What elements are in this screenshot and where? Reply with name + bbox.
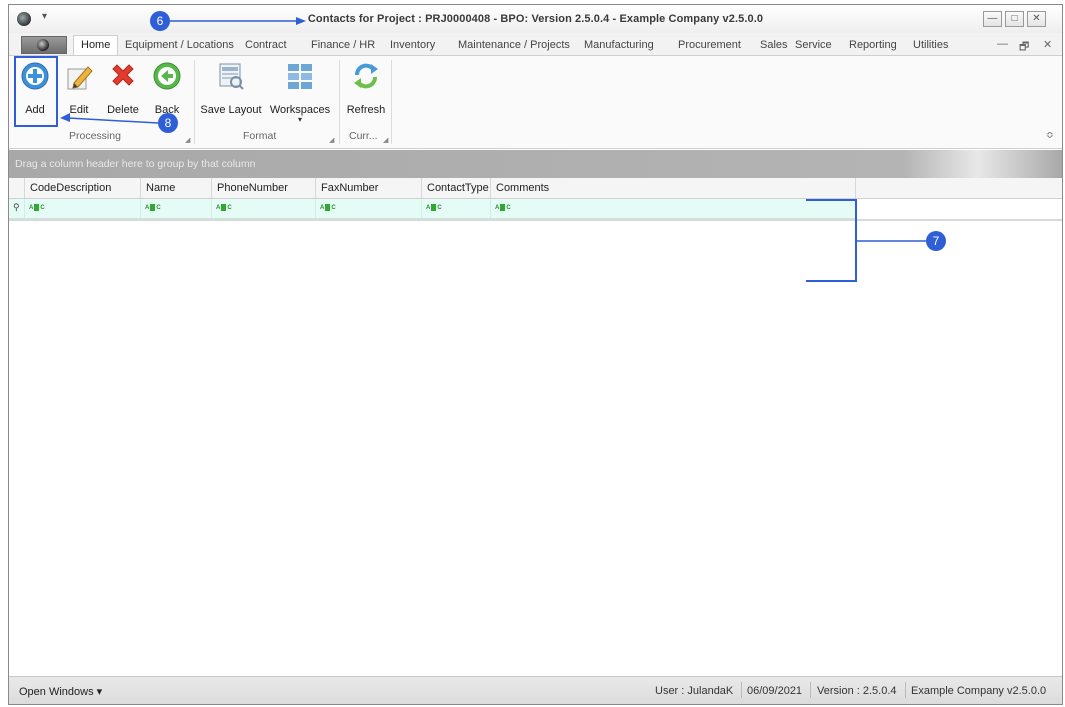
grid-header: CodeDescription Name PhoneNumber FaxNumb… — [9, 178, 1062, 199]
filter-cell-contacttype[interactable]: AC — [422, 199, 491, 218]
group-label-processing: Processing — [69, 130, 121, 142]
column-header-codedescription[interactable]: CodeDescription — [25, 178, 141, 198]
delete-button-label: Delete — [107, 104, 139, 116]
status-bar: Open Windows ▾ User : JulandaK 06/09/202… — [9, 676, 1062, 704]
open-windows-dropdown[interactable]: Open Windows ▾ — [19, 685, 102, 698]
filter-cell-name[interactable]: AC — [141, 199, 212, 218]
row-indicator-header — [9, 178, 25, 198]
current-launcher-icon[interactable]: ◢ — [383, 136, 388, 144]
refresh-label: Refresh — [346, 104, 386, 116]
refresh-icon — [354, 63, 378, 89]
ribbon-panel: Add Edit Delete Back Processing ◢ Save L… — [9, 56, 1062, 149]
add-icon — [21, 62, 49, 90]
group-separator — [339, 60, 340, 144]
status-separator — [810, 682, 811, 698]
add-button-label: Add — [25, 104, 45, 116]
ribbon-tabs: Home Equipment / Locations Contract Fina… — [9, 33, 1062, 56]
auto-filter-row: ⚲ AC AC AC AC AC AC — [9, 199, 856, 219]
mdi-close-button[interactable]: ✕ — [1043, 38, 1052, 51]
group-by-panel[interactable]: Drag a column header here to group by th… — [9, 150, 1062, 178]
maximize-button[interactable]: □ — [1005, 11, 1024, 27]
group-label-current: Curr... — [349, 130, 378, 142]
back-arrow-icon — [153, 62, 181, 90]
text-filter-icon: AC — [495, 204, 511, 212]
back-button[interactable]: Back — [149, 61, 185, 116]
close-button[interactable]: ✕ — [1027, 11, 1046, 27]
collapse-ribbon-icon[interactable]: ≎ — [1046, 130, 1054, 141]
status-version: Version : 2.5.0.4 — [817, 685, 897, 697]
text-filter-icon: AC — [426, 204, 442, 212]
group-separator — [194, 60, 195, 144]
tab-service[interactable]: Service — [795, 39, 832, 51]
save-layout-label: Save Layout — [200, 104, 262, 116]
tab-procurement[interactable]: Procurement — [678, 39, 741, 51]
workspaces-dropdown-arrow: ▾ — [297, 115, 302, 124]
file-menu-button[interactable] — [21, 36, 67, 54]
workspaces-icon — [288, 64, 312, 89]
edit-button-label: Edit — [69, 104, 89, 116]
text-filter-icon: AC — [216, 204, 232, 212]
app-window: ▾ Contacts for Project : PRJ0000408 - BP… — [8, 4, 1063, 705]
tab-contract[interactable]: Contract — [245, 39, 287, 51]
tab-reporting[interactable]: Reporting — [849, 39, 897, 51]
refresh-button[interactable]: Refresh — [343, 61, 389, 116]
tab-inventory[interactable]: Inventory — [390, 39, 435, 51]
format-launcher-icon[interactable]: ◢ — [329, 136, 334, 144]
group-separator — [391, 60, 392, 144]
workspaces-button[interactable]: Workspaces ▾ — [267, 61, 333, 124]
group-by-hint: Drag a column header here to group by th… — [15, 158, 256, 170]
processing-launcher-icon[interactable]: ◢ — [185, 136, 190, 144]
annotation-marker-7: 7 — [926, 231, 946, 251]
column-header-phonenumber[interactable]: PhoneNumber — [212, 178, 316, 198]
annotation-marker-6: 6 — [150, 11, 170, 31]
group-label-format: Format — [243, 130, 277, 142]
tab-utilities[interactable]: Utilities — [913, 39, 948, 51]
filter-cell-comments[interactable]: AC — [491, 199, 856, 218]
tab-home[interactable]: Home — [73, 35, 119, 55]
edit-pencil-icon — [67, 66, 93, 90]
column-header-contacttype[interactable]: ContactType — [422, 178, 491, 198]
text-filter-icon: AC — [29, 204, 45, 212]
filter-cell-codedescription[interactable]: AC — [25, 199, 141, 218]
app-logo-icon — [37, 39, 49, 51]
minimize-button[interactable]: — — [983, 11, 1002, 27]
mdi-minimize-button[interactable]: — — [997, 38, 1008, 50]
status-company: Example Company v2.5.0.0 — [911, 685, 1047, 697]
pin-icon: ⚲ — [13, 202, 20, 212]
tab-manufacturing[interactable]: Manufacturing — [584, 39, 654, 51]
text-filter-icon: AC — [145, 204, 161, 212]
edit-button[interactable]: Edit — [61, 61, 97, 116]
text-filter-icon: AC — [320, 204, 336, 212]
grid-data-area[interactable] — [9, 219, 1062, 681]
column-header-faxnumber[interactable]: FaxNumber — [316, 178, 422, 198]
status-separator — [741, 682, 742, 698]
status-date: 06/09/2021 — [747, 685, 803, 697]
tab-finance-hr[interactable]: Finance / HR — [311, 39, 375, 51]
status-separator — [905, 682, 906, 698]
filter-cell-faxnumber[interactable]: AC — [316, 199, 422, 218]
filter-cell-phonenumber[interactable]: AC — [212, 199, 316, 218]
tab-equipment-locations[interactable]: Equipment / Locations — [125, 39, 234, 51]
add-button[interactable]: Add — [17, 61, 53, 116]
mdi-restore-button[interactable]: 🗗 — [1019, 38, 1029, 57]
status-user: User : JulandaK — [655, 685, 734, 697]
filter-row-indicator: ⚲ — [9, 199, 25, 218]
save-layout-icon — [219, 63, 244, 90]
tab-maintenance-projects[interactable]: Maintenance / Projects — [458, 39, 570, 51]
delete-button[interactable]: Delete — [101, 61, 145, 116]
column-header-comments[interactable]: Comments — [491, 178, 856, 198]
annotation-marker-8: 8 — [158, 113, 178, 133]
save-layout-button[interactable]: Save Layout — [199, 61, 263, 116]
delete-x-icon — [112, 64, 134, 86]
column-header-name[interactable]: Name — [141, 178, 212, 198]
tab-sales[interactable]: Sales — [760, 39, 788, 51]
